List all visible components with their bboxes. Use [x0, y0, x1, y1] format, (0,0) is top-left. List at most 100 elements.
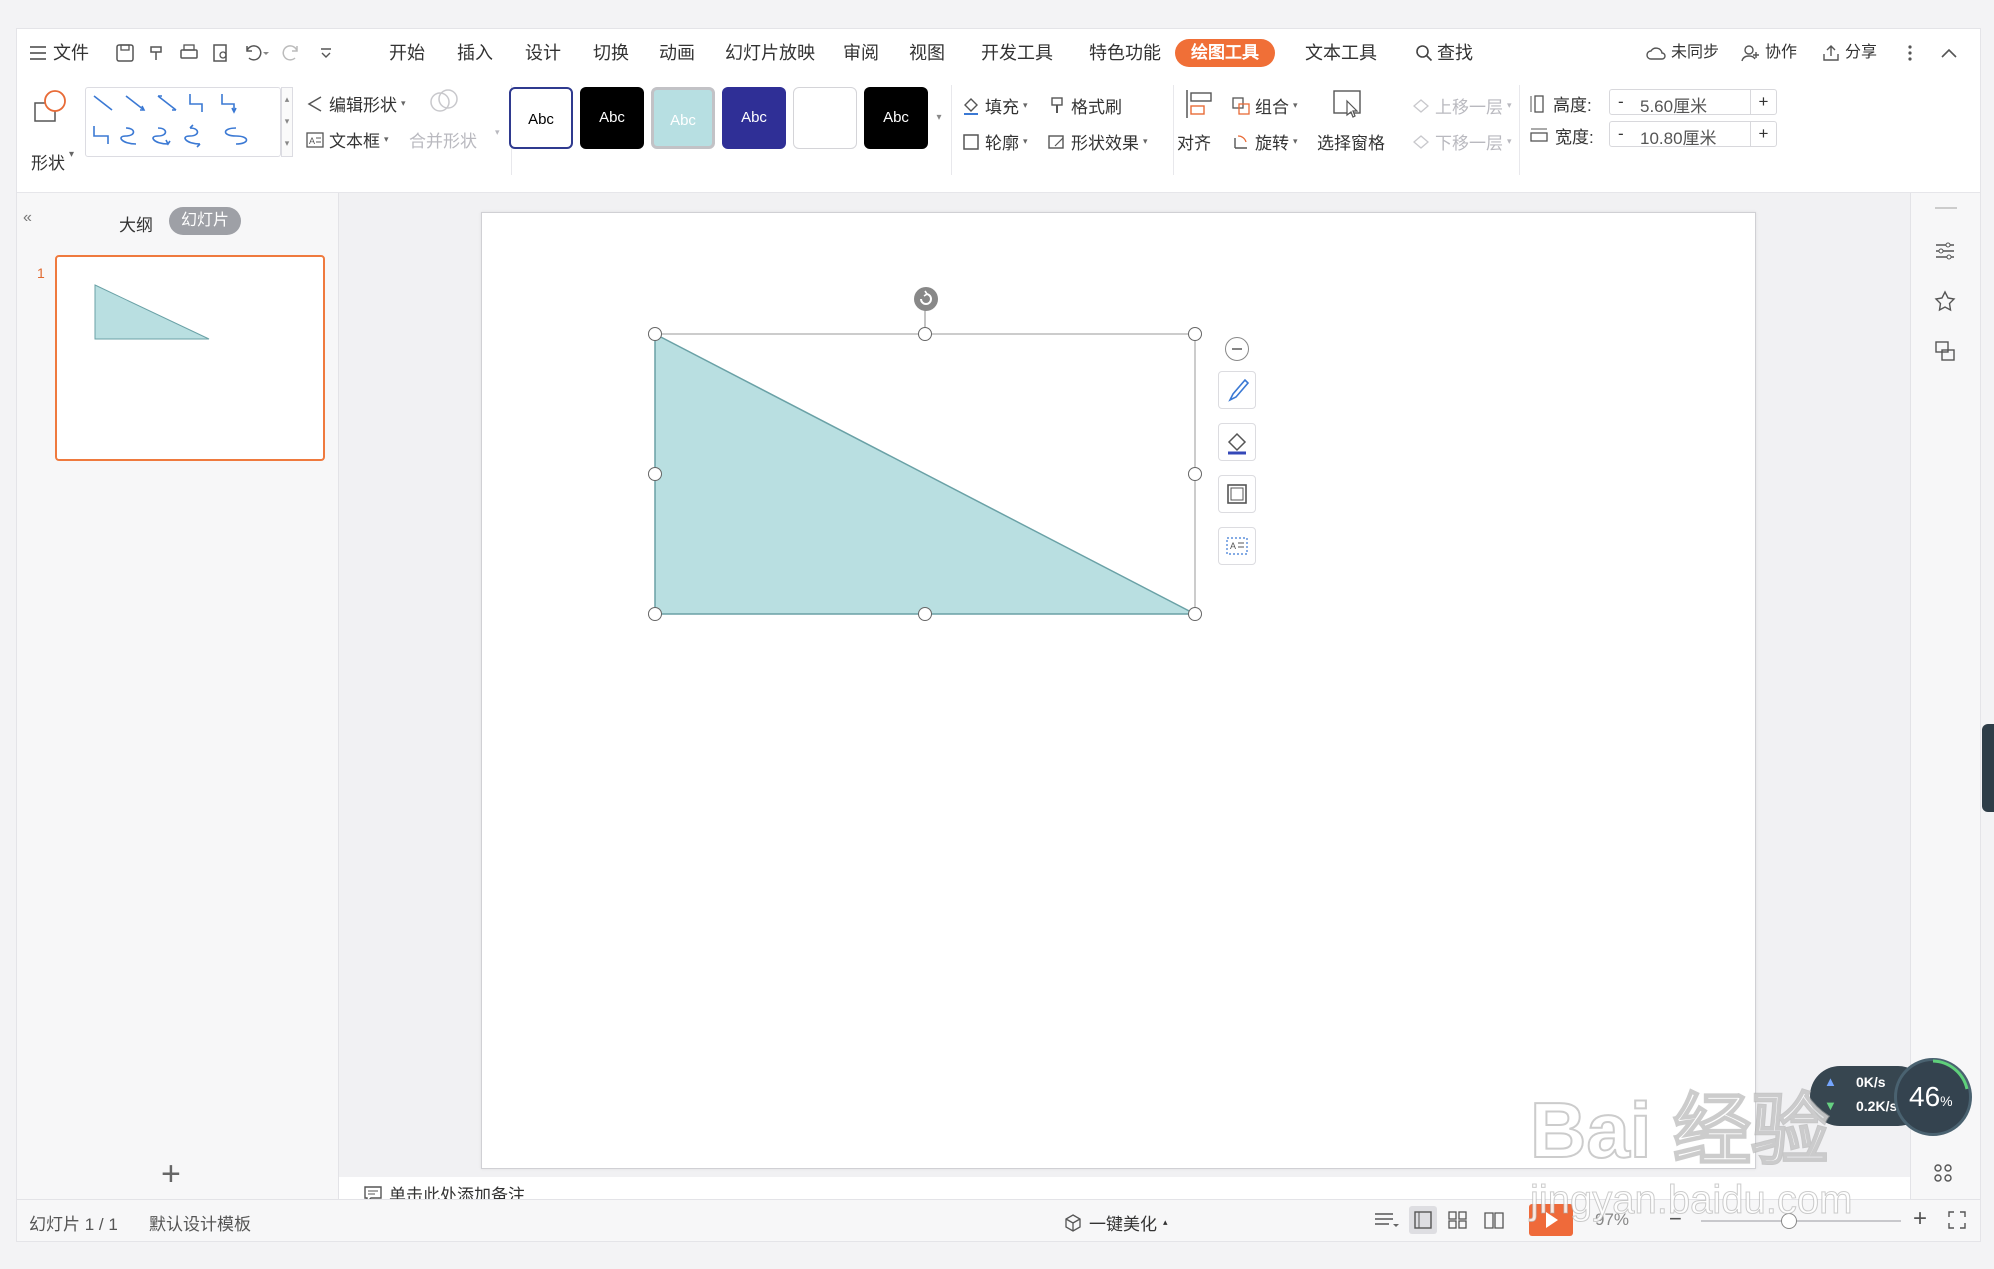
tab-slides[interactable]: 幻灯片	[169, 207, 242, 235]
search-button[interactable]: 查找	[1415, 29, 1473, 77]
normal-view-button[interactable]	[1409, 1206, 1437, 1234]
height-input[interactable]: 5.60厘米	[1640, 92, 1707, 117]
fill-button[interactable]: 填充 ▾	[961, 93, 1028, 118]
align-label[interactable]: 对齐	[1177, 129, 1211, 154]
resize-handle-right[interactable]	[1188, 467, 1202, 481]
tab-review[interactable]: 审阅	[843, 29, 879, 77]
tab-view[interactable]: 视图	[909, 29, 945, 77]
template-name[interactable]: 默认设计模板	[149, 1210, 251, 1235]
sync-button[interactable]: 未同步	[1645, 29, 1719, 77]
memory-percent-value: 46	[1909, 1081, 1941, 1112]
shape-style-2[interactable]: Abc	[580, 87, 644, 149]
style-gallery-more[interactable]: ▾	[933, 87, 945, 149]
resize-handle-left[interactable]	[648, 467, 662, 481]
textbox-button[interactable]: A 文本框 ▾	[305, 127, 389, 152]
save-icon[interactable]	[115, 43, 135, 63]
shape-style-5[interactable]	[793, 87, 857, 149]
slide-1[interactable]: A	[481, 212, 1756, 1169]
shape-effect-button[interactable]: 形状效果 ▾	[1047, 129, 1148, 154]
merge-shape-label: 合并形状	[409, 132, 477, 151]
shapes-icon	[34, 90, 66, 122]
shape-style-3-selected[interactable]: Abc	[651, 87, 715, 149]
slide-sorter-icon[interactable]	[1447, 1210, 1469, 1235]
resize-handle-bottom[interactable]	[918, 607, 932, 621]
tab-slideshow[interactable]: 幻灯片放映	[725, 29, 815, 77]
align-icon[interactable]	[1183, 87, 1217, 126]
memory-usage-gauge[interactable]: 46%	[1894, 1058, 1972, 1136]
double-chevron-left-icon[interactable]: «	[23, 209, 32, 227]
format-painter-button[interactable]: 格式刷	[1047, 93, 1122, 118]
format-painter-icon[interactable]	[147, 43, 167, 63]
rotate-handle[interactable]	[914, 287, 938, 311]
rotate-arrow-icon	[920, 290, 932, 305]
rotate-button[interactable]: 旋转 ▾	[1231, 129, 1298, 154]
width-increment-button[interactable]: +	[1750, 122, 1776, 146]
resize-handle-top-left[interactable]	[648, 327, 662, 341]
zoom-in-button[interactable]: +	[1913, 1207, 1927, 1231]
tab-animation[interactable]: 动画	[659, 29, 695, 77]
notes-toggle-icon[interactable]	[1373, 1210, 1399, 1235]
selection-pane-icon[interactable]	[1331, 87, 1365, 126]
tab-home[interactable]: 开始	[389, 29, 425, 77]
customize-toolbar-icon[interactable]	[319, 43, 333, 63]
tab-text-tools[interactable]: 文本工具	[1305, 29, 1377, 77]
width-decrement-button[interactable]: -	[1618, 124, 1624, 144]
float-style-button[interactable]	[1218, 371, 1256, 409]
height-spinner[interactable]: - 5.60厘米 +	[1609, 89, 1777, 117]
shape-button[interactable]	[31, 87, 71, 147]
properties-icon[interactable]	[1933, 239, 1957, 268]
line-shape-gallery[interactable]	[85, 87, 281, 157]
outline-button[interactable]: 轮廓 ▾	[961, 129, 1028, 154]
collaborate-button[interactable]: 协作	[1741, 29, 1797, 77]
width-spinner[interactable]: - 10.80厘米 +	[1609, 121, 1777, 149]
float-outline-button[interactable]	[1218, 475, 1256, 513]
tab-special[interactable]: 特色功能	[1089, 29, 1161, 77]
redo-icon[interactable]	[281, 43, 307, 63]
collapse-float-toolbar-button[interactable]	[1225, 337, 1249, 361]
beautify-label: 一键美化	[1089, 1215, 1157, 1234]
star-icon[interactable]	[1933, 289, 1957, 318]
transform-icon[interactable]	[1933, 339, 1957, 368]
side-widget-tab[interactable]	[1982, 724, 1994, 812]
shape-dropdown-arrow-icon[interactable]: ▾	[69, 149, 74, 160]
resize-handle-top-right[interactable]	[1188, 327, 1202, 341]
tab-developer[interactable]: 开发工具	[981, 29, 1053, 77]
shape-style-6[interactable]: Abc	[864, 87, 928, 149]
add-slide-button[interactable]: +	[161, 1157, 181, 1191]
file-menu[interactable]: 文件	[29, 29, 89, 77]
resize-handle-top[interactable]	[918, 327, 932, 341]
beautify-button[interactable]: 一键美化 ▴	[1063, 1210, 1168, 1235]
width-input[interactable]: 10.80厘米	[1640, 124, 1717, 149]
resize-handle-bottom-left[interactable]	[648, 607, 662, 621]
shape-style-1[interactable]: Abc	[509, 87, 573, 149]
undo-icon[interactable]	[243, 43, 269, 63]
fit-window-icon[interactable]	[1947, 1210, 1967, 1235]
group-button[interactable]: 组合 ▾	[1231, 93, 1298, 118]
width-row: 宽度:	[1529, 123, 1594, 148]
resize-handle-bottom-right[interactable]	[1188, 607, 1202, 621]
collapse-ribbon-button[interactable]	[1939, 29, 1959, 77]
more-options-button[interactable]	[1907, 29, 1913, 77]
share-button[interactable]: 分享	[1821, 29, 1877, 77]
float-text-wrap-button[interactable]: A	[1218, 527, 1256, 565]
tab-insert[interactable]: 插入	[457, 29, 493, 77]
selection-pane-label[interactable]: 选择窗格	[1317, 129, 1385, 154]
triangle-shape[interactable]	[482, 213, 1757, 1170]
height-increment-button[interactable]: +	[1750, 90, 1776, 114]
tab-design[interactable]: 设计	[525, 29, 561, 77]
format-painter-label: 格式刷	[1071, 98, 1122, 117]
slide-thumbnail-1[interactable]	[55, 255, 325, 461]
outline-square-icon	[1227, 484, 1247, 504]
print-icon[interactable]	[179, 43, 199, 63]
height-decrement-button[interactable]: -	[1618, 92, 1624, 112]
tab-transitions[interactable]: 切换	[593, 29, 629, 77]
tab-drawing-tools[interactable]: 绘图工具	[1175, 39, 1275, 67]
gallery-scroll[interactable]: ▴ ▾ ▾	[281, 87, 293, 157]
float-fill-button[interactable]	[1218, 423, 1256, 461]
tab-outline[interactable]: 大纲	[119, 211, 153, 236]
shape-style-4[interactable]: Abc	[722, 87, 786, 149]
print-preview-icon[interactable]	[211, 43, 231, 63]
grid-view-icon[interactable]	[1933, 1163, 1953, 1188]
reading-view-icon[interactable]	[1483, 1210, 1505, 1235]
edit-shape-button[interactable]: 编辑形状 ▾	[305, 91, 406, 116]
